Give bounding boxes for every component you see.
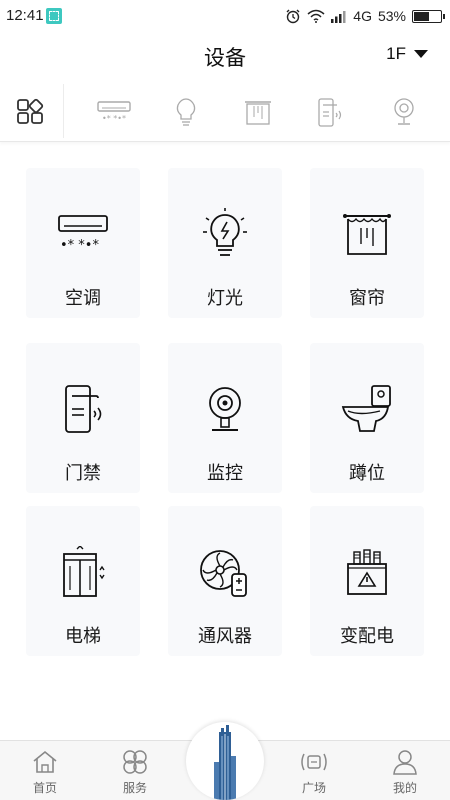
transformer-icon <box>310 546 424 600</box>
battery-icon <box>412 9 445 23</box>
category-tab-camera[interactable] <box>384 92 424 132</box>
category-divider <box>63 84 64 138</box>
device-tile-transformer[interactable]: 变配电 <box>310 506 424 656</box>
plaza-icon <box>284 747 344 777</box>
light-bulb-icon <box>176 98 196 126</box>
category-tab-air-conditioner[interactable]: •* *•* <box>94 92 134 132</box>
ventilator-icon <box>168 546 282 600</box>
nav-item-services[interactable]: 服务 <box>105 747 165 799</box>
nav-item-home[interactable]: 首页 <box>15 747 75 799</box>
category-tab-all[interactable] <box>10 92 50 132</box>
signal-icon <box>331 10 346 23</box>
device-tile-air-conditioner[interactable]: •* *•* 空调 <box>26 168 140 318</box>
floor-selector[interactable]: 1F <box>386 44 428 64</box>
floor-value: 1F <box>386 44 406 63</box>
device-tile-camera[interactable]: 监控 <box>168 343 282 493</box>
battery-fill <box>414 11 429 21</box>
door-access-icon <box>26 383 140 437</box>
elevator-icon <box>26 546 140 600</box>
svg-text:•* *•*: •* *•* <box>102 114 126 123</box>
status-indicators: 4G 53% <box>285 6 445 26</box>
curtain-icon <box>310 208 424 262</box>
camera-icon <box>168 383 282 437</box>
device-tile-elevator[interactable]: 电梯 <box>26 506 140 656</box>
nav-item-profile[interactable]: 我的 <box>375 747 435 799</box>
device-tile-light[interactable]: 灯光 <box>168 168 282 318</box>
nav-label: 广场 <box>301 781 326 795</box>
alarm-icon <box>286 9 300 24</box>
app-notification-icon <box>46 8 62 24</box>
status-bar: 12:41 4G 53% <box>0 0 450 32</box>
door-access-icon <box>318 98 342 127</box>
device-label: 电梯 <box>65 626 101 647</box>
device-tile-toilet[interactable]: 蹲位 <box>310 343 424 493</box>
category-bar: •* *•* <box>0 80 450 142</box>
profile-icon <box>375 747 435 777</box>
device-label: 灯光 <box>207 288 243 309</box>
device-label: 通风器 <box>198 626 252 647</box>
toilet-icon <box>310 383 424 437</box>
category-tab-door-access[interactable] <box>310 92 350 132</box>
status-time: 12:41 <box>6 7 44 24</box>
air-conditioner-icon: •* *•* <box>26 208 140 262</box>
services-icon <box>105 747 165 777</box>
device-label: 空调 <box>65 288 101 309</box>
device-label: 蹲位 <box>349 463 385 484</box>
device-tile-door-access[interactable]: 门禁 <box>26 343 140 493</box>
camera-icon <box>394 98 414 125</box>
battery-percent: 53% <box>377 8 406 24</box>
nav-item-plaza[interactable]: 广场 <box>284 747 344 799</box>
svg-text:•* *•*: •* *•* <box>60 238 99 253</box>
category-tab-light[interactable] <box>166 92 206 132</box>
nav-label: 首页 <box>32 781 57 795</box>
network-type: 4G <box>353 8 372 24</box>
wifi-icon <box>307 9 325 23</box>
device-tile-curtain[interactable]: 窗帘 <box>310 168 424 318</box>
category-tab-curtain[interactable] <box>238 92 278 132</box>
nav-center-building-button[interactable] <box>186 722 264 800</box>
device-tile-ventilator[interactable]: 通风器 <box>168 506 282 656</box>
device-label: 变配电 <box>340 626 394 647</box>
page-title: 设备 <box>204 46 246 70</box>
all-categories-icon <box>17 98 44 124</box>
caret-down-icon <box>414 50 428 58</box>
device-label: 窗帘 <box>349 288 385 309</box>
nav-label: 服务 <box>122 781 147 795</box>
device-label: 门禁 <box>65 463 101 484</box>
header: 设备 1F <box>0 32 450 78</box>
nav-label: 我的 <box>392 781 417 795</box>
home-icon <box>15 747 75 777</box>
device-label: 监控 <box>207 463 243 484</box>
light-bulb-icon <box>168 208 282 262</box>
curtain-icon <box>245 101 271 125</box>
building-icon <box>214 725 236 800</box>
air-conditioner-icon: •* *•* <box>97 101 131 123</box>
